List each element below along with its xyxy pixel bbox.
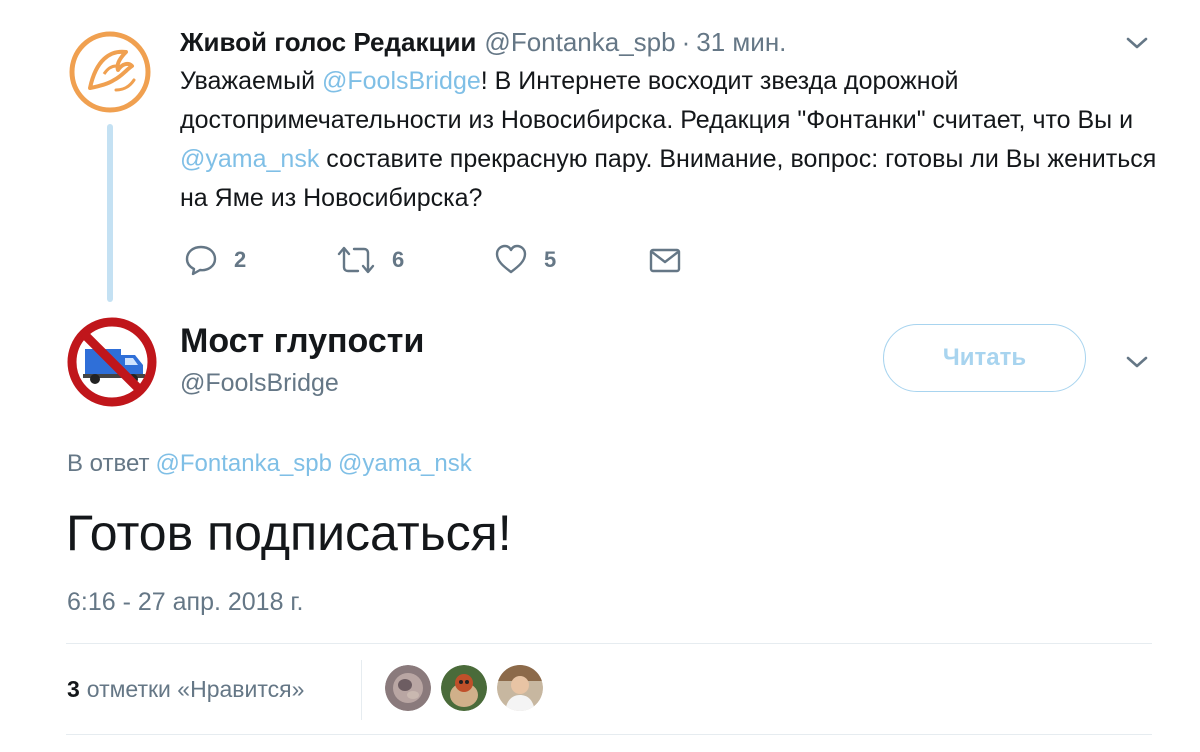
stats-separator (361, 660, 362, 720)
no-truck-sign-icon (67, 317, 157, 407)
retweet-button[interactable]: 6 (336, 240, 404, 280)
divider (66, 734, 1152, 735)
author-name[interactable]: Мост глупости (180, 322, 424, 361)
reply-mention-fontanka[interactable]: @Fontanka_spb (156, 450, 332, 477)
envelope-icon (649, 248, 681, 273)
author-avatar[interactable] (65, 315, 159, 409)
likes-label: отметки «Нравится» (86, 676, 305, 702)
chevron-down-icon (1126, 356, 1148, 368)
parent-author-avatar[interactable] (68, 30, 152, 114)
parent-author-handle[interactable]: @Fontanka_spb (484, 27, 675, 57)
parent-tweet-header: Живой голос Редакции @Fontanka_spb · 31 мин… (180, 26, 786, 58)
reply-button[interactable]: 2 (184, 240, 246, 280)
tweet-menu-button[interactable] (1124, 349, 1150, 375)
parent-tweet-text: Уважаемый @FoolsBridge! В Интернете восх… (180, 62, 1170, 218)
fontanka-logo-icon (69, 31, 151, 113)
user-avatar-image (497, 665, 543, 711)
retweet-icon (337, 246, 375, 274)
parent-tweet-time[interactable]: 31 мин. (696, 27, 786, 57)
liker-avatar[interactable] (441, 665, 487, 711)
like-count: 5 (544, 247, 557, 272)
tweet-text: Готов подписаться! (66, 505, 512, 561)
header-separator: · (681, 27, 691, 57)
retweet-count: 6 (392, 247, 405, 272)
liker-avatar[interactable] (497, 665, 543, 711)
direct-message-button[interactable] (648, 240, 682, 280)
likes-count: 3 (67, 676, 80, 702)
follow-button[interactable]: Читать (883, 324, 1086, 392)
reply-count: 2 (234, 247, 247, 272)
likes-stat[interactable]: 3 отметки «Нравится» (67, 676, 304, 703)
mention-link-yama-nsk[interactable]: @yama_nsk (180, 145, 319, 173)
reply-context: В ответ @Fontanka_spb @yama_nsk (67, 450, 472, 478)
author-handle[interactable]: @FoolsBridge (180, 369, 339, 398)
user-avatar-image (385, 665, 431, 711)
user-avatar-image (441, 665, 487, 711)
tweet-timestamp[interactable]: 6:16 - 27 апр. 2018 г. (67, 588, 303, 617)
divider (66, 643, 1152, 644)
liker-avatar[interactable] (385, 665, 431, 711)
reply-prefix: В ответ (67, 450, 150, 477)
like-button[interactable]: 5 (494, 240, 556, 280)
parent-author-name[interactable]: Живой голос Редакции (180, 27, 476, 57)
thread-connector-line (107, 124, 113, 302)
reply-mention-yama-nsk[interactable]: @yama_nsk (338, 450, 472, 477)
heart-icon (495, 244, 527, 274)
chevron-down-icon (1126, 37, 1148, 49)
mention-link-foolsbridge[interactable]: @FoolsBridge (322, 67, 481, 95)
reply-icon (185, 245, 217, 276)
tweet-text-part: Уважаемый (180, 67, 322, 95)
parent-tweet-menu-button[interactable] (1124, 30, 1150, 56)
tweet-text-part: составите прекрасную пару. Внимание, воп… (180, 145, 1157, 212)
